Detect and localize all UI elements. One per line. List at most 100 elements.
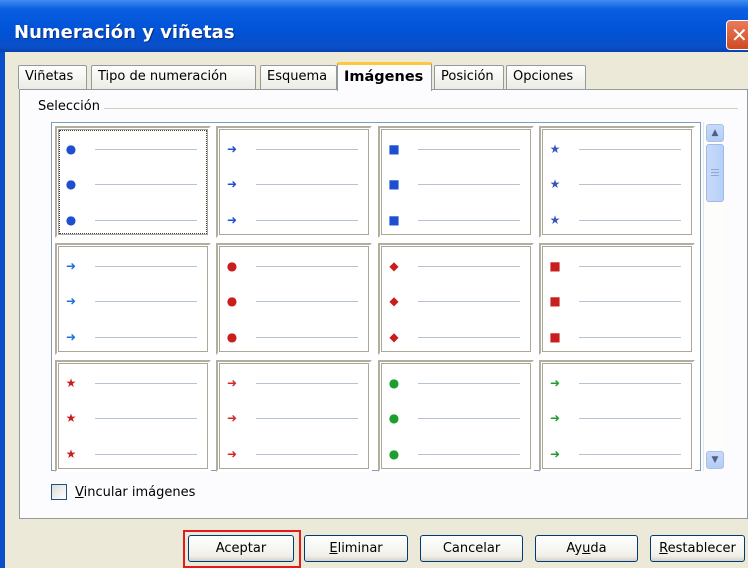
blue-arrow-icon: ➜ xyxy=(65,330,77,344)
reset-button[interactable]: Restablecer xyxy=(650,535,745,562)
preview-text-line xyxy=(95,266,197,267)
bullet-preview-line: ➜ xyxy=(226,214,366,226)
bullet-option[interactable]: ➜ ➜ ➜ xyxy=(216,126,372,238)
help-button[interactable]: Ayuda xyxy=(535,535,638,562)
bullet-preview-line: ➜ xyxy=(65,260,205,272)
bullet-option[interactable]: ➜ ➜ ➜ xyxy=(539,360,695,472)
preview-text-line xyxy=(579,184,681,185)
bullet-preview-line: ★ xyxy=(549,178,689,190)
red-star-icon: ★ xyxy=(65,447,77,461)
blue-star-icon: ★ xyxy=(549,177,561,191)
preview-text-line xyxy=(579,454,681,455)
red-arrow-icon: ➜ xyxy=(226,447,238,461)
bullet-preview-line: ★ xyxy=(549,143,689,155)
vertical-scrollbar[interactable]: ▲ ▼ xyxy=(703,122,725,471)
preview-text-line xyxy=(418,266,520,267)
blue-star-icon: ★ xyxy=(549,213,561,227)
red-cube-icon: ■ xyxy=(549,294,561,308)
window-title: Numeración y viñetas xyxy=(14,22,235,43)
chevron-down-icon: ▼ xyxy=(711,455,719,465)
bullet-preview-line: ● xyxy=(226,331,366,343)
red-arrow-icon: ➜ xyxy=(226,411,238,425)
bullet-preview-line: ● xyxy=(65,178,205,190)
green-arrow-icon: ➜ xyxy=(549,376,561,390)
close-icon: ✕ xyxy=(731,23,748,47)
preview-text-line xyxy=(418,337,520,338)
bullet-preview-line: ◆ xyxy=(388,295,528,307)
scroll-thumb[interactable] xyxy=(706,144,724,202)
bullet-option[interactable]: ★ ★ ★ xyxy=(539,126,695,238)
green-sphere-icon: ● xyxy=(388,411,400,425)
preview-text-line xyxy=(418,184,520,185)
delete-button[interactable]: Eliminar xyxy=(304,535,408,562)
preview-text-line xyxy=(579,149,681,150)
preview-text-line xyxy=(579,383,681,384)
bullet-preview-line: ★ xyxy=(65,448,205,460)
bullet-preview-line: ■ xyxy=(549,295,689,307)
blue-cube-icon: ■ xyxy=(388,177,400,191)
bullet-preview-line: ● xyxy=(65,143,205,155)
scroll-down-button[interactable]: ▼ xyxy=(706,451,724,469)
bullet-option[interactable]: ★ ★ ★ xyxy=(55,360,211,472)
close-button[interactable]: ✕ xyxy=(726,20,748,50)
bullet-option[interactable]: ➜ ➜ ➜ xyxy=(216,360,372,472)
preview-text-line xyxy=(256,418,358,419)
red-sphere-icon: ● xyxy=(226,330,238,344)
link-images-checkbox[interactable] xyxy=(51,484,67,500)
preview-text-line xyxy=(95,301,197,302)
bullet-option[interactable]: ● ● ● xyxy=(216,243,372,355)
bullet-option[interactable]: ◆ ◆ ◆ xyxy=(378,243,534,355)
scroll-up-button[interactable]: ▲ xyxy=(706,124,724,142)
chevron-up-icon: ▲ xyxy=(711,128,719,138)
preview-text-line xyxy=(256,266,358,267)
red-diamond-arrow-icon: ◆ xyxy=(389,330,399,344)
bullet-option[interactable]: ● ● ● xyxy=(378,360,534,472)
bullet-option[interactable]: ■ ■ ■ xyxy=(378,126,534,238)
blue-arrow-icon: ➜ xyxy=(65,294,77,308)
preview-text-line xyxy=(418,383,520,384)
tab-esquema[interactable]: Esquema xyxy=(260,65,337,89)
bullet-preview-line: ■ xyxy=(388,214,528,226)
bullet-preview-line: ■ xyxy=(388,143,528,155)
bullet-preview-line: ➜ xyxy=(226,412,366,424)
cancel-button[interactable]: Cancelar xyxy=(420,535,523,562)
tab-imagenes[interactable]: Imágenes xyxy=(337,62,432,91)
title-bar: Numeración y viñetas ✕ xyxy=(0,0,748,52)
preview-text-line xyxy=(95,184,197,185)
bullet-preview-line: ■ xyxy=(549,260,689,272)
preview-text-line xyxy=(95,337,197,338)
link-images-label[interactable]: Vincular imágenes xyxy=(75,485,195,500)
preview-text-line xyxy=(95,220,197,221)
preview-text-line xyxy=(418,220,520,221)
preview-text-line xyxy=(256,149,358,150)
bullet-preview-line: ● xyxy=(388,448,528,460)
bullet-preview-line: ➜ xyxy=(226,178,366,190)
bullet-option[interactable]: ■ ■ ■ xyxy=(539,243,695,355)
bullet-preview-line: ➜ xyxy=(549,448,689,460)
bullet-preview-line: ★ xyxy=(65,377,205,389)
tab-opciones[interactable]: Opciones xyxy=(506,65,586,89)
blue-arrow-icon: ➜ xyxy=(65,259,77,273)
preview-text-line xyxy=(418,454,520,455)
blue-sphere-icon: ● xyxy=(65,177,77,191)
bullet-preview-line: ● xyxy=(226,260,366,272)
tab-vinetas[interactable]: Viñetas xyxy=(18,65,87,89)
blue-sphere-icon: ● xyxy=(65,213,77,227)
bullet-option[interactable]: ● ● ● xyxy=(55,126,211,238)
green-sphere-icon: ● xyxy=(388,447,400,461)
tab-posicion[interactable]: Posición xyxy=(434,65,504,89)
bullet-preview-line: ➜ xyxy=(65,295,205,307)
red-diamond-arrow-icon: ◆ xyxy=(389,259,399,273)
bullet-preview-line: ➜ xyxy=(65,331,205,343)
preview-text-line xyxy=(418,301,520,302)
tab-tipo-de-numeracion[interactable]: Tipo de numeración xyxy=(91,65,256,89)
bullet-option[interactable]: ➜ ➜ ➜ xyxy=(55,243,211,355)
red-star-icon: ★ xyxy=(65,411,77,425)
preview-text-line xyxy=(579,266,681,267)
red-arrow-icon: ➜ xyxy=(226,376,238,390)
bullet-preview-line: ● xyxy=(388,412,528,424)
preview-text-line xyxy=(256,220,358,221)
ok-button[interactable]: Aceptar xyxy=(188,535,294,562)
selection-label: Selección xyxy=(38,99,104,114)
window-frame xyxy=(0,52,5,568)
